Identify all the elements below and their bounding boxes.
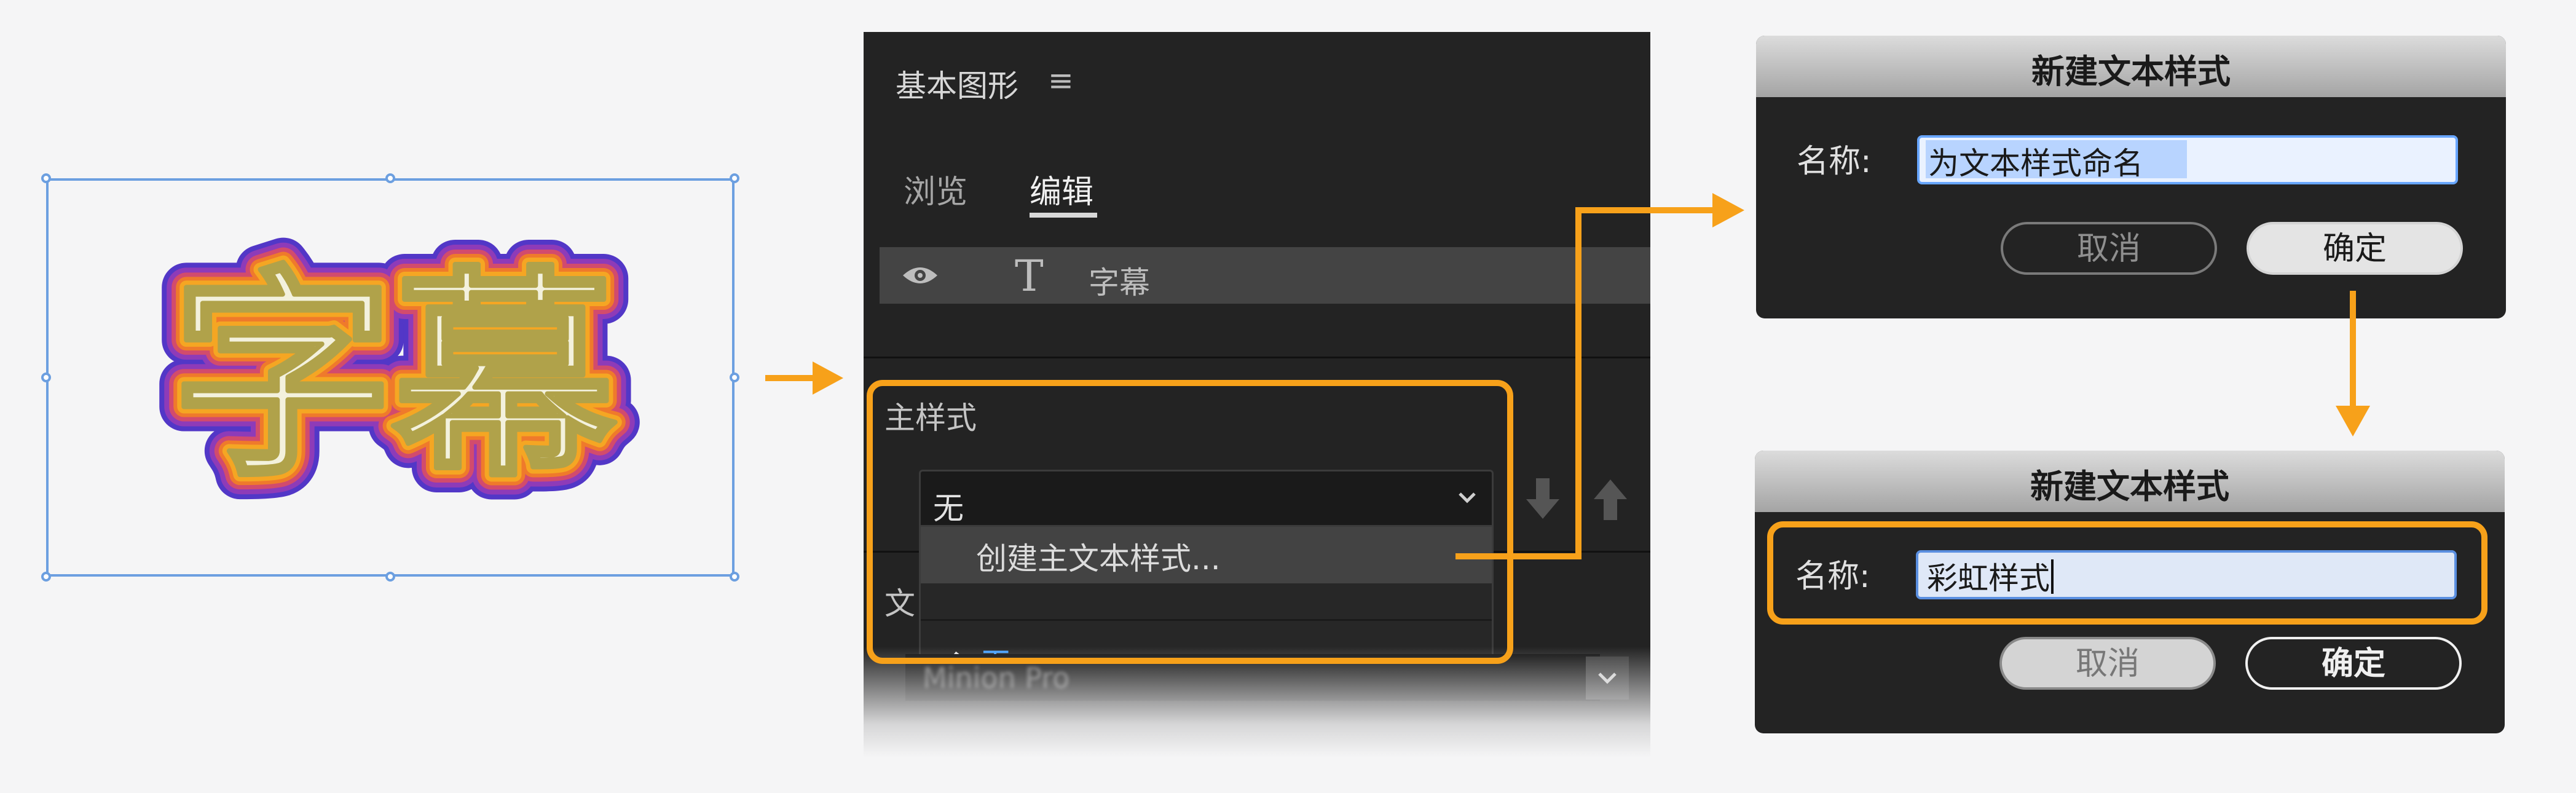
arrow-menu-to-dialog <box>1455 207 1715 559</box>
annotation-arrows <box>765 193 2370 559</box>
